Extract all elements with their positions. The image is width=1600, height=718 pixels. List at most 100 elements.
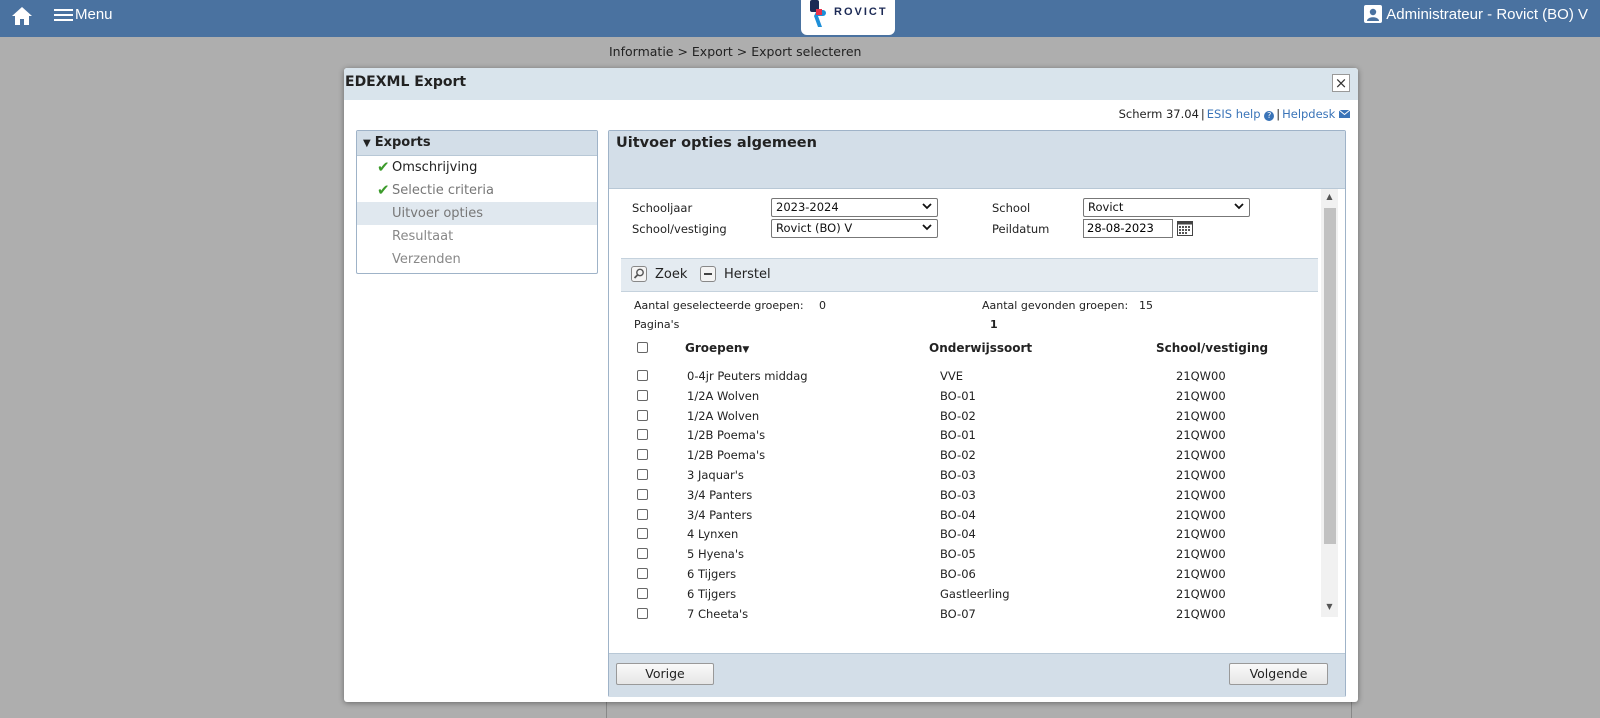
- school-select[interactable]: Rovict: [1083, 198, 1250, 217]
- peildatum-input[interactable]: 28-08-2023: [1083, 219, 1173, 238]
- row-checkbox[interactable]: [637, 489, 648, 500]
- chevron-down-icon: [922, 203, 932, 210]
- vestiging-label: School/vestiging: [632, 222, 727, 236]
- vestiging-cell: 21QW00: [1176, 567, 1226, 581]
- found-groups-label: Aantal gevonden groepen:: [982, 299, 1129, 312]
- user-menu[interactable]: Administrateur - Rovict (BO) V: [1364, 3, 1588, 27]
- row-checkbox[interactable]: [637, 449, 648, 460]
- nav-item-label: Resultaat: [392, 229, 454, 244]
- sort-desc-icon: ▼: [742, 345, 750, 355]
- group-name-cell: 6 Tijgers: [687, 587, 737, 601]
- vestiging-cell: 21QW00: [1176, 468, 1226, 482]
- nav-item-resultaat[interactable]: Resultaat: [357, 225, 597, 248]
- panel-header: Uitvoer opties algemeen: [609, 131, 1345, 189]
- vestiging-cell: 21QW00: [1176, 448, 1226, 462]
- nav-item-uitvoer-opties[interactable]: Uitvoer opties: [357, 202, 597, 225]
- minus-icon: [700, 266, 716, 282]
- check-icon: ✔: [377, 158, 390, 176]
- groepen-header-label: Groepen: [685, 341, 743, 355]
- nav-header-label: Exports: [374, 135, 431, 150]
- question-icon: ?: [1264, 111, 1275, 121]
- group-name-cell: 5 Hyena's: [687, 547, 744, 561]
- row-checkbox[interactable]: [637, 429, 648, 440]
- volgende-button[interactable]: Volgende: [1229, 663, 1328, 685]
- selected-groups-label: Aantal geselecteerde groepen:: [634, 299, 804, 312]
- group-name-cell: 3/4 Panters: [687, 488, 753, 502]
- scroll-up-arrow-icon[interactable]: ▲: [1321, 191, 1338, 203]
- scroll-down-arrow-icon[interactable]: ▼: [1321, 601, 1338, 613]
- table-scrollbar[interactable]: ▲ ▼: [1321, 189, 1338, 617]
- row-checkbox[interactable]: [637, 608, 648, 619]
- vestiging-cell: 21QW00: [1176, 587, 1226, 601]
- group-name-cell: 3 Jaquar's: [687, 468, 744, 482]
- selected-groups-value: 0: [819, 299, 826, 312]
- home-icon[interactable]: [10, 4, 34, 28]
- vestiging-cell: 21QW00: [1176, 527, 1226, 541]
- row-checkbox[interactable]: [637, 528, 648, 539]
- row-checkbox[interactable]: [637, 390, 648, 401]
- vestiging-cell: 21QW00: [1176, 428, 1226, 442]
- group-name-cell: 1/2B Poema's: [687, 448, 766, 462]
- row-checkbox[interactable]: [637, 410, 648, 421]
- school-label: School: [992, 201, 1031, 215]
- vestiging-select[interactable]: Rovict (BO) V: [771, 219, 938, 238]
- zoek-label: Zoek: [655, 267, 688, 282]
- herstel-button[interactable]: Herstel: [700, 266, 771, 284]
- vestiging-value: Rovict (BO) V: [776, 221, 853, 235]
- scroll-thumb[interactable]: [1324, 208, 1336, 544]
- menu-button[interactable]: Menu: [54, 3, 113, 27]
- row-checkbox[interactable]: [637, 469, 648, 480]
- herstel-label: Herstel: [724, 267, 771, 282]
- logo-mark-icon: [810, 0, 826, 27]
- nav-item-omschrijving[interactable]: ✔ Omschrijving: [357, 156, 597, 179]
- group-name-cell: 4 Lynxen: [687, 527, 739, 541]
- groepen-column-header[interactable]: Groepen▼: [685, 341, 749, 355]
- schooljaar-label: Schooljaar: [632, 201, 693, 215]
- top-bar: Menu ROVICT Administrateur - Rovict (BO)…: [0, 0, 1600, 37]
- esis-help-link[interactable]: ESIS help ?: [1207, 107, 1275, 121]
- vestiging-cell: 21QW00: [1176, 547, 1226, 561]
- row-checkbox[interactable]: [637, 588, 648, 599]
- background-panel-edge: [606, 700, 1352, 718]
- panel-title: Uitvoer opties algemeen: [616, 135, 817, 151]
- user-icon: [1364, 5, 1383, 23]
- rovict-logo[interactable]: ROVICT: [801, 0, 895, 35]
- edexml-export-dialog: EDEXML Export × Scherm 37.04 | ESIS help ?…: [344, 68, 1358, 702]
- schooljaar-select[interactable]: 2023-2024: [771, 198, 938, 217]
- onderwijssoort-column-header: Onderwijssoort: [929, 341, 1033, 355]
- zoek-button[interactable]: Zoek: [631, 266, 687, 284]
- export-steps-nav: ▼ Exports ✔ Omschrijving ✔ Selectie criteri…: [356, 130, 598, 274]
- uitvoer-opties-panel: Uitvoer opties algemeen Schooljaar 2023-…: [608, 130, 1346, 697]
- row-checkbox[interactable]: [637, 509, 648, 520]
- onderwijssoort-cell: BO-04: [940, 508, 976, 522]
- row-checkbox[interactable]: [637, 568, 648, 579]
- onderwijssoort-cell: BO-02: [940, 448, 976, 462]
- close-icon[interactable]: ×: [1332, 74, 1350, 92]
- nav-item-label: Selectie criteria: [392, 183, 494, 198]
- nav-item-verzenden[interactable]: Verzenden: [357, 248, 597, 271]
- chevron-down-icon: [1234, 203, 1244, 210]
- nav-item-label: Verzenden: [392, 252, 461, 267]
- user-label: Administrateur - Rovict (BO) V: [1386, 6, 1588, 23]
- check-icon: ✔: [377, 181, 390, 199]
- helpdesk-link[interactable]: Helpdesk: [1282, 107, 1351, 121]
- select-all-checkbox[interactable]: [637, 342, 648, 353]
- group-name-cell: 1/2B Poema's: [687, 428, 766, 442]
- vestiging-cell: 21QW00: [1176, 607, 1226, 621]
- row-checkbox[interactable]: [637, 548, 648, 559]
- vestiging-cell: 21QW00: [1176, 389, 1226, 403]
- magnifier-icon: [631, 266, 647, 282]
- row-checkbox[interactable]: [637, 370, 648, 381]
- calendar-icon[interactable]: [1177, 220, 1193, 236]
- vestiging-cell: 21QW00: [1176, 409, 1226, 423]
- group-name-cell: 1/2A Wolven: [687, 409, 760, 423]
- search-bar: Zoek Herstel: [621, 258, 1318, 292]
- group-name-cell: 3/4 Panters: [687, 508, 753, 522]
- nav-item-selectie-criteria[interactable]: ✔ Selectie criteria: [357, 179, 597, 202]
- nav-item-label: Omschrijving: [392, 160, 478, 175]
- onderwijssoort-cell: BO-01: [940, 428, 976, 442]
- vorige-button[interactable]: Vorige: [616, 663, 714, 685]
- nav-header[interactable]: ▼ Exports: [357, 131, 597, 156]
- group-name-cell: 7 Cheeta's: [687, 607, 749, 621]
- menu-label: Menu: [75, 6, 113, 23]
